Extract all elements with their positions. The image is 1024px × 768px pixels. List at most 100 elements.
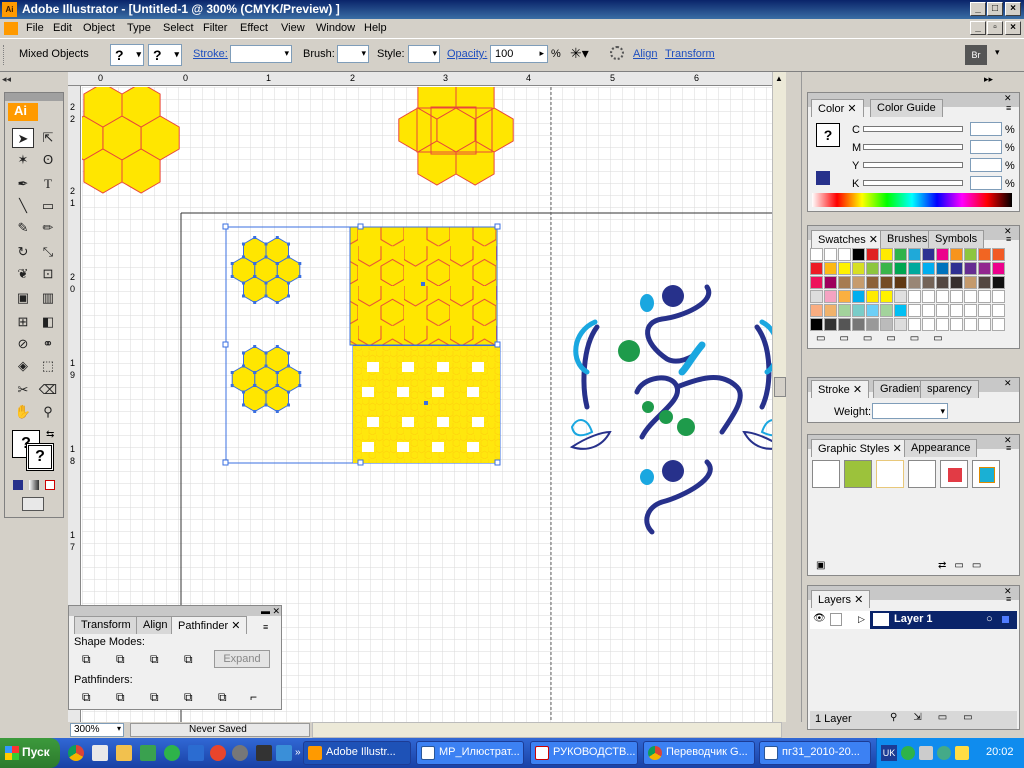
style-default[interactable] <box>812 460 840 488</box>
swatch[interactable] <box>880 318 893 331</box>
tab-graphic-styles[interactable]: Graphic Styles ✕ <box>811 439 909 457</box>
swatch[interactable] <box>978 248 991 261</box>
layer-row[interactable]: 👁 ▷ Layer 1 ○ <box>810 611 1017 629</box>
swatch[interactable] <box>894 262 907 275</box>
style-cyan[interactable] <box>972 460 1000 488</box>
swatch[interactable] <box>838 276 851 289</box>
lock-toggle[interactable] <box>830 613 842 626</box>
folder-icon[interactable] <box>116 745 132 761</box>
tray-icon[interactable] <box>901 746 915 760</box>
swatch[interactable] <box>922 248 935 261</box>
c-slider[interactable] <box>863 126 963 132</box>
menu-effect[interactable]: Effect <box>240 22 268 34</box>
tab-swatches[interactable]: Swatches ✕ <box>811 230 885 248</box>
swatch[interactable] <box>894 290 907 303</box>
swatch[interactable] <box>894 318 907 331</box>
swatch[interactable] <box>810 248 823 261</box>
dock-scroll[interactable] <box>788 72 802 722</box>
rectangle-tool-icon[interactable]: ▭ <box>37 196 59 216</box>
swatch[interactable] <box>852 248 865 261</box>
trim-icon[interactable]: ⧉ <box>116 690 125 705</box>
style-dropdown[interactable] <box>408 45 440 63</box>
status-text[interactable]: Never Saved <box>130 723 310 737</box>
swatch[interactable] <box>824 248 837 261</box>
task-word-1[interactable]: МР_Илюстрат... <box>416 741 524 765</box>
k-input[interactable] <box>970 176 1002 190</box>
swatch[interactable] <box>852 304 865 317</box>
minimize-button[interactable]: _ <box>970 2 986 16</box>
menu-type[interactable]: Type <box>127 22 151 34</box>
opacity-input[interactable]: 100 ▸ <box>490 45 548 63</box>
line-tool-icon[interactable]: ╲ <box>12 196 34 216</box>
swatch[interactable] <box>824 318 837 331</box>
swatch-actions[interactable]: ▭▭▭▭▭▭ <box>816 333 957 344</box>
style-red[interactable] <box>940 460 968 488</box>
recolor-icon[interactable]: ✳▾ <box>570 45 598 63</box>
swatch[interactable] <box>810 290 823 303</box>
visibility-icon[interactable]: 👁 <box>813 613 826 624</box>
swatch[interactable] <box>810 318 823 331</box>
tab-symbols[interactable]: Symbols <box>928 230 985 248</box>
minus-back-icon[interactable]: ⌐ <box>250 690 257 704</box>
rotate-tool-icon[interactable]: ↻ <box>12 242 34 262</box>
m-input[interactable] <box>970 140 1002 154</box>
swatch[interactable] <box>866 318 879 331</box>
swatch[interactable] <box>908 276 921 289</box>
quicklaunch-icon[interactable] <box>92 745 108 761</box>
swatch[interactable] <box>992 290 1005 303</box>
network-icon[interactable] <box>919 746 933 760</box>
menu-edit[interactable]: Edit <box>53 22 72 34</box>
swatch[interactable] <box>950 318 963 331</box>
y-slider[interactable] <box>863 162 963 168</box>
swatch[interactable] <box>978 290 991 303</box>
opacity-link[interactable]: Opacity: <box>447 48 487 60</box>
swatch[interactable] <box>838 290 851 303</box>
swatch[interactable] <box>950 304 963 317</box>
doc-restore-button[interactable]: ▫ <box>987 21 1003 35</box>
swatch[interactable] <box>936 290 949 303</box>
swatch[interactable] <box>894 248 907 261</box>
swatch[interactable] <box>866 262 879 275</box>
swatch[interactable] <box>950 262 963 275</box>
tab-stroke[interactable]: Stroke ✕ <box>811 380 870 398</box>
swatch[interactable] <box>922 276 935 289</box>
swatch[interactable] <box>964 304 977 317</box>
color-mode-icon[interactable] <box>13 480 23 490</box>
color-spectrum[interactable] <box>812 193 1012 207</box>
swatch[interactable] <box>866 276 879 289</box>
menu-filter[interactable]: Filter <box>203 22 227 34</box>
graph-tool-icon[interactable]: ▥ <box>37 288 59 308</box>
magic-wand-tool-icon[interactable]: ✶ <box>12 150 34 170</box>
tab-pathfinder[interactable]: Pathfinder ✕ <box>171 616 248 634</box>
workspace-dropdown-icon[interactable]: ▾ <box>995 47 1000 58</box>
horizontal-scrollbar[interactable] <box>312 722 782 738</box>
free-transform-tool-icon[interactable]: ⊡ <box>37 264 59 284</box>
swatch[interactable] <box>992 276 1005 289</box>
swatch[interactable] <box>894 304 907 317</box>
align-link[interactable]: Align <box>633 48 657 60</box>
word-quick-icon[interactable] <box>188 745 204 761</box>
swatch[interactable] <box>936 262 949 275</box>
swatch[interactable] <box>838 318 851 331</box>
swatch[interactable] <box>978 276 991 289</box>
mesh-tool-icon[interactable]: ⊞ <box>12 312 34 332</box>
weight-dropdown[interactable] <box>872 403 948 419</box>
live-paint-tool-icon[interactable]: ◈ <box>12 356 34 376</box>
tab-appearance[interactable]: Appearance <box>904 439 978 457</box>
swatch[interactable] <box>824 290 837 303</box>
chrome-icon[interactable] <box>68 745 84 761</box>
tab-color[interactable]: Color ✕ <box>811 99 864 117</box>
swatch[interactable] <box>922 262 935 275</box>
panel-menu-icon[interactable]: ≡ <box>1006 234 1011 244</box>
vertical-scrollbar[interactable]: ▲ <box>772 72 786 722</box>
doc-minimize-button[interactable]: _ <box>970 21 986 35</box>
bridge-icon[interactable]: Br <box>965 45 987 65</box>
panel-minimize-icon[interactable]: ▬ ✕ <box>261 606 280 617</box>
swatch[interactable] <box>908 318 921 331</box>
swatch[interactable] <box>922 304 935 317</box>
panel-menu-icon[interactable]: ≡ <box>1006 443 1011 453</box>
swatch[interactable] <box>880 262 893 275</box>
media-icon[interactable] <box>210 745 226 761</box>
tab-transform[interactable]: Transform <box>74 616 138 634</box>
c-input[interactable] <box>970 122 1002 136</box>
